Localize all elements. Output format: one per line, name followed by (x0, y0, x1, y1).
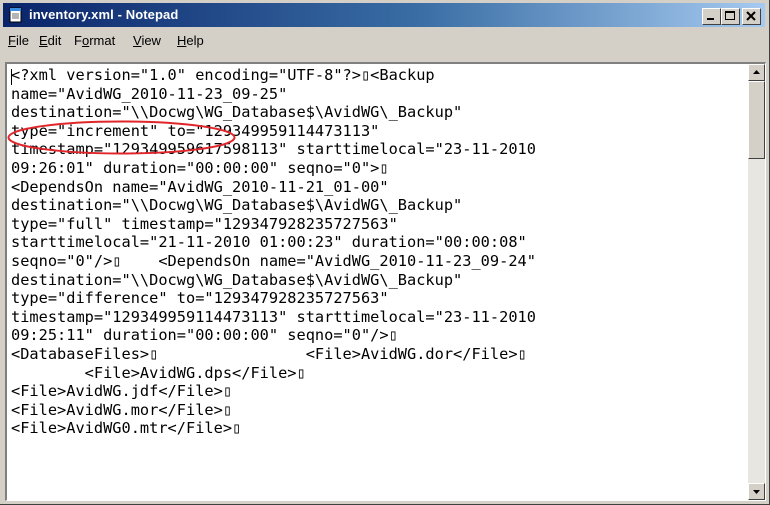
text-line: timestamp="129349959114473113" starttime… (11, 307, 536, 326)
text-line: name="AvidWG_2010-11-23_09-25" (11, 84, 288, 103)
text-line: type="increment" to="129349959114473113" (11, 121, 380, 140)
notepad-window: inventory.xml - Notepad File Edit Format… (0, 0, 770, 505)
text-line: starttimelocal="21-11-2010 01:00:23" dur… (11, 233, 527, 252)
menu-format[interactable]: Format (74, 33, 115, 48)
arrow-up-icon (753, 70, 760, 74)
menu-edit[interactable]: Edit (39, 33, 61, 48)
text-line: destination="\\Docwg\WG_Database$\AvidWG… (11, 103, 463, 122)
title-bar[interactable]: inventory.xml - Notepad (3, 3, 765, 27)
menu-bar: File Edit Format View Help (3, 29, 765, 51)
notepad-icon[interactable] (8, 7, 24, 23)
text-line: seqno="0"/>▯ <DependsOn name="AvidWG_201… (11, 251, 536, 270)
scroll-down-button[interactable] (748, 483, 765, 500)
maximize-icon (725, 11, 735, 20)
text-line: 09:25:11" duration="00:00:00" seqno="0"/… (11, 326, 398, 345)
menu-view[interactable]: View (133, 33, 161, 48)
text-line: type="difference" to="129347928235727563… (11, 289, 389, 308)
text-line: destination="\\Docwg\WG_Database$\AvidWG… (11, 196, 463, 215)
text-line: <DatabaseFiles>▯ <File>AvidWG.dor</File>… (11, 344, 527, 363)
minimize-button[interactable] (702, 8, 721, 25)
text-caret (11, 69, 12, 85)
text-line: <?xml version="1.0" encoding="UTF-8"?>▯<… (11, 66, 435, 84)
text-line: <DependsOn name="AvidWG_2010-11-21_01-00… (11, 177, 389, 196)
window-title: inventory.xml - Notepad (29, 7, 179, 22)
minimize-icon (707, 18, 714, 20)
text-line: <File>AvidWG.jdf</File>▯ (11, 382, 233, 401)
text-line: <File>AvidWG0.mtr</File>▯ (11, 419, 242, 438)
text-line: <File>AvidWG.mor</File>▯ (11, 400, 233, 419)
close-icon (746, 11, 756, 21)
text-line: 09:26:01" duration="00:00:00" seqno="0">… (11, 158, 389, 177)
close-button[interactable] (742, 8, 761, 25)
scroll-thumb[interactable] (748, 81, 765, 159)
text-line (11, 438, 739, 457)
text-line: destination="\\Docwg\WG_Database$\AvidWG… (11, 270, 463, 289)
text-line: type="full" timestamp="12934792823572756… (11, 214, 398, 233)
text-line: <File>AvidWG.dps</File>▯ (11, 363, 306, 382)
maximize-button[interactable] (721, 8, 740, 25)
document-text[interactable]: <?xml version="1.0" encoding="UTF-8"?>▯<… (11, 66, 739, 498)
vertical-scrollbar[interactable] (748, 64, 765, 500)
scroll-up-button[interactable] (748, 64, 765, 81)
arrow-down-icon (753, 490, 760, 494)
menu-file[interactable]: File (8, 33, 29, 48)
menu-help[interactable]: Help (177, 33, 204, 48)
text-line: timestamp="129349959617598113" starttime… (11, 140, 536, 159)
text-editor[interactable]: <?xml version="1.0" encoding="UTF-8"?>▯<… (5, 62, 766, 501)
